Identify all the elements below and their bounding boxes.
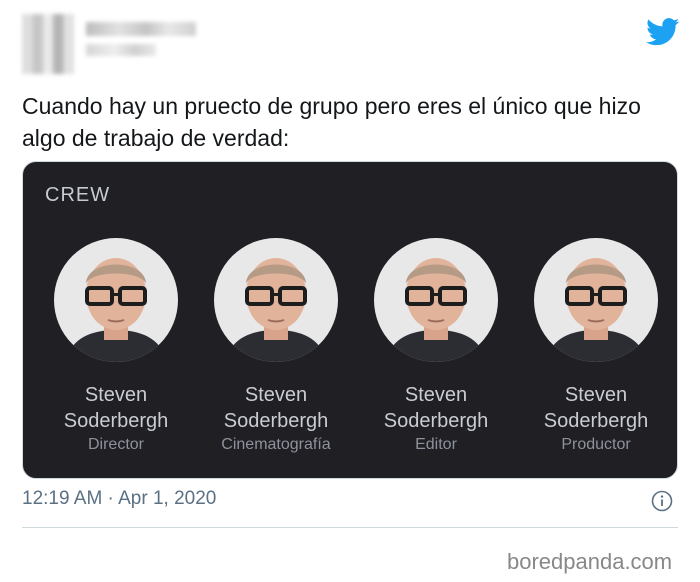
crew-member-cinematography[interactable]: Steven Soderbergh Cinematografía [196,238,356,454]
blurred-display-name[interactable] [86,22,196,36]
portrait-avatar [374,238,498,362]
tweet-text: Cuando hay un pruecto de grupo pero eres… [22,93,641,151]
member-role: Editor [415,436,457,453]
crew-member-director[interactable]: Steven Soderbergh Director [36,238,196,454]
blurred-handle [86,44,156,56]
portrait-avatar [214,238,338,362]
divider [22,527,678,528]
member-name: Steven Soderbergh [383,384,489,432]
portrait-avatar [534,238,658,362]
crew-title: CREW [45,184,111,206]
boredpanda-watermark: boredpanda.com [507,549,673,574]
member-name: Steven Soderbergh [63,384,169,432]
portrait-avatar [54,238,178,362]
crew-card[interactable]: CREW Steven Soderbergh Director Steven S… [22,161,678,479]
member-name: Steven Soderbergh [223,384,329,432]
crew-member-editor[interactable]: Steven Soderbergh Editor [356,238,516,454]
member-role: Productor [561,436,631,453]
blurred-avatar[interactable] [22,14,74,74]
tweet-timestamp[interactable]: 12:19 AM · Apr 1, 2020 [22,488,216,510]
member-role: Director [87,436,144,453]
twitter-bird-icon[interactable] [646,18,680,46]
info-icon[interactable] [651,490,673,512]
member-name: Steven Soderbergh [543,384,649,432]
crew-member-producer[interactable]: Steven Soderbergh Productor [516,238,676,454]
tweet-screenshot: Cuando hay un pruecto de grupo pero eres… [0,0,700,582]
member-role: Cinematografía [221,436,331,453]
